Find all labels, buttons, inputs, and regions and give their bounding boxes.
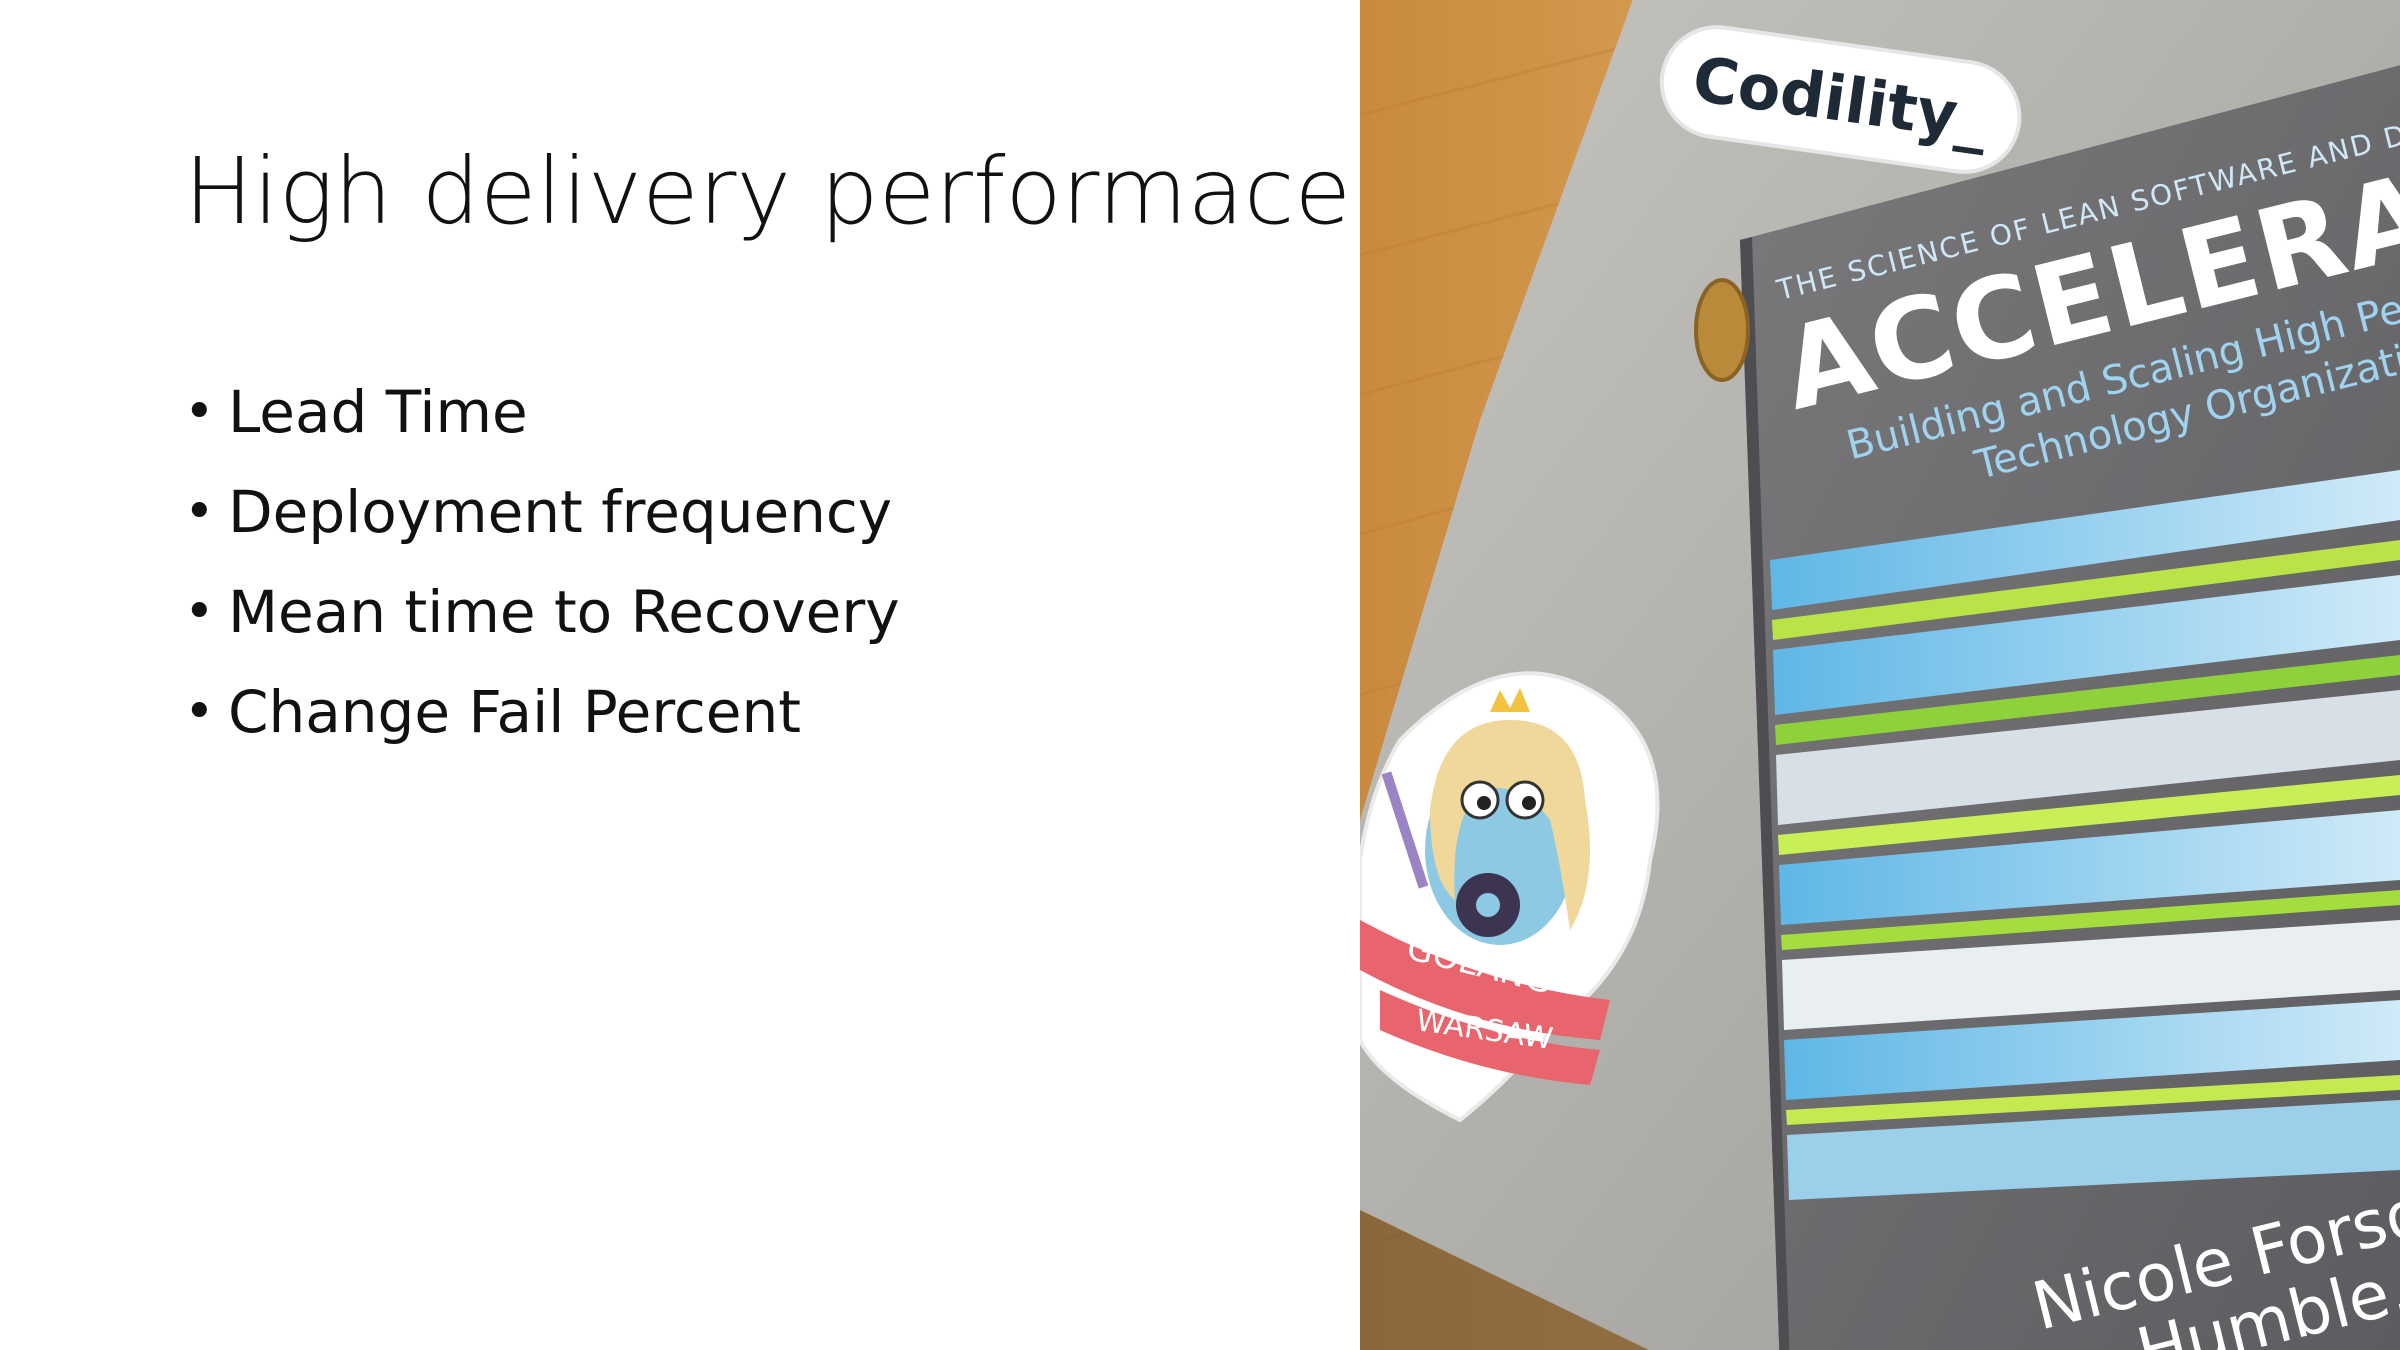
bullet-text: Change Fail Percent bbox=[228, 678, 801, 746]
bullet-item: • Change Fail Percent bbox=[184, 662, 900, 762]
accelerate-book: THE SCIENCE OF LEAN SOFTWARE AND DE ACCE… bbox=[1694, 65, 2400, 1350]
slide-text-area: High delivery performace • Lead Time • Dep… bbox=[0, 0, 1360, 1350]
bullet-item: • Deployment frequency bbox=[184, 462, 900, 562]
slide-title: High delivery performace bbox=[184, 138, 1352, 245]
bullet-dot-icon: • bbox=[184, 382, 215, 442]
bullet-dot-icon: • bbox=[184, 482, 215, 542]
bullet-text: Mean time to Recovery bbox=[228, 578, 900, 646]
bullet-item: • Mean time to Recovery bbox=[184, 562, 900, 662]
bullet-dot-icon: • bbox=[184, 582, 215, 642]
bullet-text: Deployment frequency bbox=[228, 478, 893, 546]
bullet-list: • Lead Time • Deployment frequency • Mean t… bbox=[184, 362, 900, 762]
bullet-item: • Lead Time bbox=[184, 362, 900, 462]
photo-book-on-laptop: Codility_ THE SCIENCE OF LEAN SOFTWARE A… bbox=[1360, 0, 2400, 1350]
slide: High delivery performace • Lead Time • Dep… bbox=[0, 0, 2400, 1350]
bullet-dot-icon: • bbox=[184, 682, 215, 742]
bullet-text: Lead Time bbox=[228, 378, 528, 446]
